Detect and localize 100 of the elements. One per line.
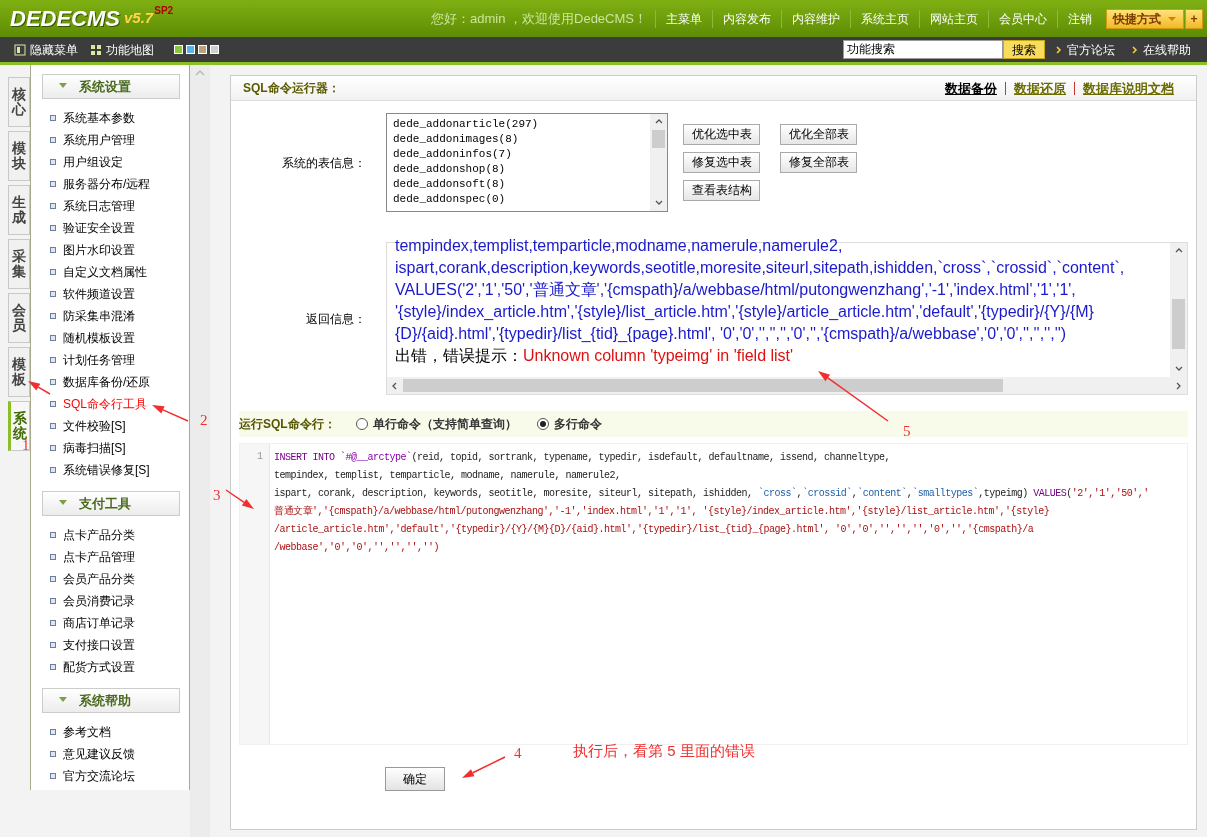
horizontal-scrollbar[interactable] bbox=[387, 377, 1187, 394]
menu-item[interactable]: 系统错误修复[S] bbox=[63, 461, 150, 479]
list-option[interactable]: dede_addonsoft(8) bbox=[393, 177, 644, 192]
bullet-icon bbox=[50, 401, 56, 407]
scrollbar-thumb[interactable] bbox=[403, 379, 1003, 392]
version-label: v5.7 bbox=[124, 9, 154, 28]
menu-item[interactable]: 会员产品分类 bbox=[63, 570, 135, 588]
bullet-icon bbox=[50, 181, 56, 187]
annotation-arrow bbox=[818, 371, 889, 422]
side-tab[interactable]: 模板 bbox=[8, 347, 30, 397]
list-option[interactable]: dede_addoninfos(7) bbox=[393, 147, 644, 162]
menu-item[interactable]: 点卡产品分类 bbox=[63, 526, 135, 544]
menu-item[interactable]: 服务器分布/远程 bbox=[63, 175, 151, 193]
vertical-scrollbar[interactable] bbox=[650, 114, 667, 211]
table-listbox[interactable]: dede_addonarticle(297) dede_addonimages(8) dede_addoninfos(7) dede_addonshop(8) dede_addonsoft(8) dede_addonspec(0) bbox=[386, 113, 668, 212]
list-option[interactable]: dede_addonspec(0) bbox=[393, 192, 644, 207]
shortcut-dropdown[interactable]: 快捷方式 bbox=[1106, 8, 1184, 29]
confirm-button[interactable]: 确定 bbox=[385, 767, 445, 791]
menu-item[interactable]: 系统基本参数 bbox=[63, 109, 135, 127]
menu-item[interactable]: 支付接口设置 bbox=[63, 636, 135, 654]
add-button[interactable]: + bbox=[1185, 8, 1203, 29]
help-link[interactable]: 官方论坛 bbox=[1067, 40, 1115, 59]
side-tab[interactable]: 采集 bbox=[8, 239, 30, 289]
vertical-scrollbar[interactable] bbox=[1170, 243, 1187, 377]
scrollbar-thumb[interactable] bbox=[1172, 299, 1185, 349]
chevron-right-icon[interactable] bbox=[1175, 381, 1183, 390]
menu-item[interactable]: 意见建议反馈 bbox=[63, 745, 135, 763]
sql-editor[interactable] bbox=[239, 443, 1188, 745]
theme-swatch[interactable] bbox=[210, 45, 219, 54]
menu-item[interactable]: 参考文档 bbox=[63, 723, 111, 741]
header-link[interactable]: 数据备份 bbox=[937, 81, 1005, 95]
bullet-icon bbox=[50, 620, 56, 626]
menu-item[interactable]: SQL命令行工具 bbox=[63, 395, 147, 413]
toolbar-link[interactable]: 功能地图 bbox=[106, 40, 154, 59]
menu-item[interactable]: 病毒扫描[S] bbox=[63, 439, 126, 457]
logo: DEDECMS bbox=[10, 5, 120, 33]
scroll-up-icon[interactable] bbox=[195, 69, 205, 76]
menu-group-header[interactable]: 系统设置 bbox=[42, 74, 180, 99]
search-button[interactable]: 搜索 bbox=[1003, 40, 1045, 59]
chevron-up-icon[interactable] bbox=[1174, 247, 1183, 255]
menu-item[interactable]: 文件校验[S] bbox=[63, 417, 126, 435]
menu-item[interactable]: 验证安全设置 bbox=[63, 219, 135, 237]
theme-swatch[interactable] bbox=[174, 45, 183, 54]
scrollbar-thumb[interactable] bbox=[652, 130, 665, 148]
bullet-icon bbox=[50, 335, 56, 341]
theme-swatch[interactable] bbox=[186, 45, 195, 54]
menu-item[interactable]: 图片水印设置 bbox=[63, 241, 135, 259]
menu-group-header[interactable]: 支付工具 bbox=[42, 491, 180, 516]
radio-button[interactable] bbox=[536, 418, 549, 430]
theme-swatch[interactable] bbox=[198, 45, 207, 54]
chevron-left-icon[interactable] bbox=[391, 381, 399, 390]
side-tab[interactable]: 核心 bbox=[8, 77, 30, 127]
side-tab[interactable]: 生成 bbox=[8, 185, 30, 235]
list-option[interactable]: dede_addonshop(8) bbox=[393, 162, 644, 177]
menu-item[interactable]: 官方交流论坛 bbox=[63, 767, 135, 785]
toolbar-link[interactable]: 隐藏菜单 bbox=[30, 40, 78, 59]
menu-item[interactable]: 随机模板设置 bbox=[63, 329, 135, 347]
chevron-down-icon[interactable] bbox=[654, 199, 663, 207]
bullet-icon bbox=[50, 291, 56, 297]
menu-group-header[interactable]: 系统帮助 bbox=[42, 688, 180, 713]
menu-item[interactable]: 用户组设定 bbox=[63, 153, 123, 171]
menu-item[interactable]: 自定义文档属性 bbox=[63, 263, 147, 281]
bullet-icon bbox=[50, 379, 56, 385]
menu-item[interactable]: 软件频道设置 bbox=[63, 285, 135, 303]
radio-label[interactable]: 多行命令 bbox=[553, 415, 602, 433]
mode-label: 运行SQL命令行： bbox=[239, 416, 336, 433]
list-option[interactable]: dede_addonarticle(297) bbox=[393, 117, 644, 132]
radio-button[interactable] bbox=[355, 418, 368, 430]
bullet-icon bbox=[50, 664, 56, 670]
header-link[interactable]: 数据库说明文档 bbox=[1074, 81, 1182, 95]
bullet-icon bbox=[50, 773, 56, 779]
table-action-button[interactable]: 优化全部表 bbox=[780, 124, 857, 145]
menu-item[interactable]: 配货方式设置 bbox=[63, 658, 135, 676]
bullet-icon bbox=[50, 598, 56, 604]
chevron-up-icon[interactable] bbox=[654, 118, 663, 126]
field-label: 系统的表信息： bbox=[281, 154, 367, 172]
menu-item[interactable]: 系统用户管理 bbox=[63, 131, 135, 149]
table-action-button[interactable]: 查看表结构 bbox=[683, 180, 760, 201]
table-action-button[interactable]: 优化选中表 bbox=[683, 124, 760, 145]
menu-item[interactable]: 点卡产品管理 bbox=[63, 548, 135, 566]
code-line: /article_article.htm','default','{typedir}/{Y}/{M}{D}/{aid}.html','{typedir}/list_{tid}_{page}.html', '0','0','','','','0','','{cmspath}/a bbox=[274, 523, 1035, 537]
help-link[interactable]: 在线帮助 bbox=[1143, 40, 1191, 59]
menu-item[interactable]: 数据库备份/还原 bbox=[63, 373, 151, 391]
menu-item[interactable]: 计划任务管理 bbox=[63, 351, 135, 369]
bullet-icon bbox=[50, 532, 56, 538]
chevron-down-icon[interactable] bbox=[1174, 365, 1183, 373]
menu-item[interactable]: 系统日志管理 bbox=[63, 197, 135, 215]
table-action-button[interactable]: 修复选中表 bbox=[683, 152, 760, 173]
bullet-icon bbox=[50, 159, 56, 165]
side-tab[interactable]: 模块 bbox=[8, 131, 30, 181]
menu-item[interactable]: 商店订单记录 bbox=[63, 614, 135, 632]
menu-item[interactable]: 会员消费记录 bbox=[63, 592, 135, 610]
header-link[interactable]: 数据还原 bbox=[1005, 81, 1074, 95]
search-field[interactable]: 功能搜索 bbox=[843, 40, 1003, 59]
list-option[interactable]: dede_addonimages(8) bbox=[393, 132, 644, 147]
menu-item[interactable]: 防采集串混淆 bbox=[63, 307, 135, 325]
table-action-button[interactable]: 修复全部表 bbox=[780, 152, 857, 173]
radio-label[interactable]: 单行命令（支持简单查询） bbox=[372, 415, 517, 433]
side-tab[interactable]: 会员 bbox=[8, 293, 30, 343]
bullet-icon bbox=[50, 225, 56, 231]
